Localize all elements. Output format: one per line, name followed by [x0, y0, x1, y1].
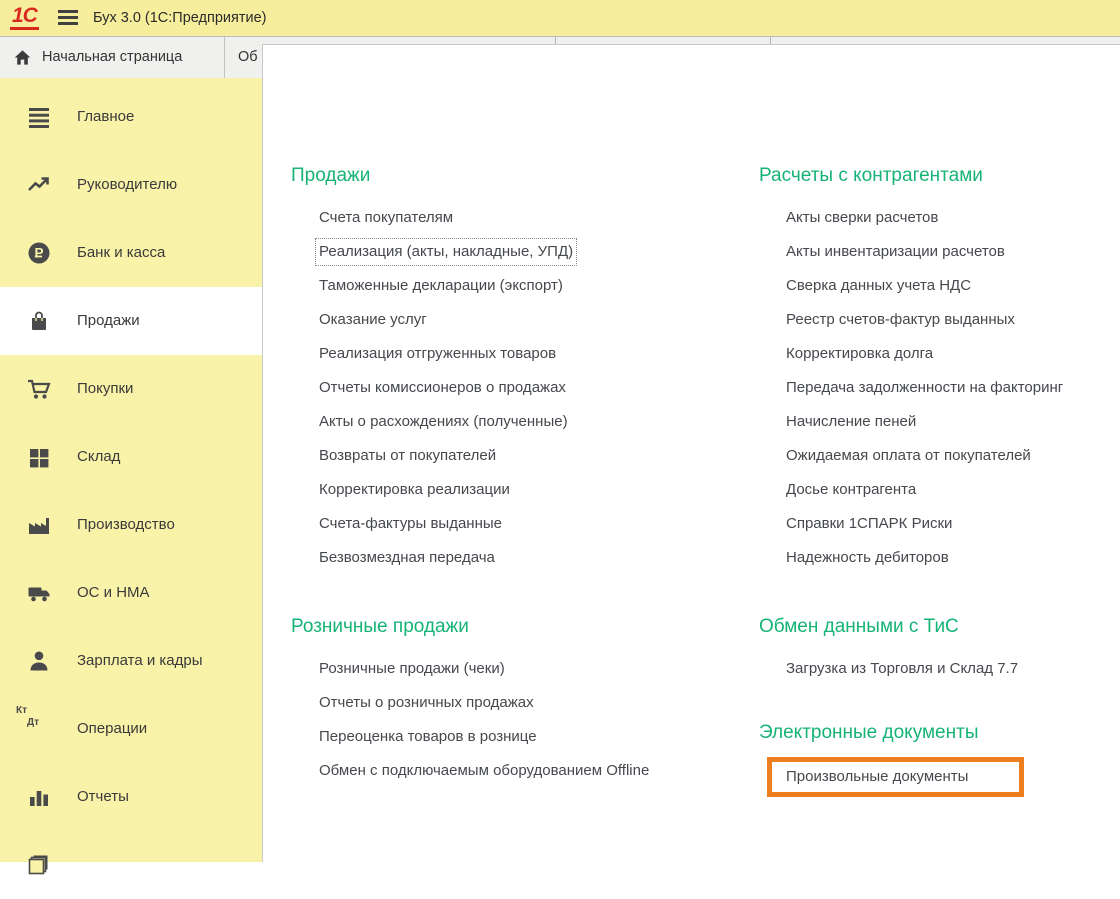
- sidebar-item-label: Операции: [77, 695, 147, 763]
- section-header: Продажи: [291, 164, 370, 188]
- sidebar-item-Руководителю[interactable]: Руководителю: [0, 151, 262, 219]
- sidebar-item-label: Покупки: [77, 355, 133, 423]
- person-icon: [27, 649, 51, 673]
- menu-link[interactable]: Произвольные документы: [786, 767, 968, 787]
- section-header: Розничные продажи: [291, 615, 469, 639]
- menu-link[interactable]: Сверка данных учета НДС: [786, 276, 971, 296]
- section-header: Расчеты с контрагентами: [759, 164, 983, 188]
- sidebar-item-label: Склад: [77, 423, 120, 491]
- menu-link[interactable]: Акты о расхождениях (полученные): [319, 412, 568, 432]
- menu-link[interactable]: Безвозмездная передача: [319, 548, 495, 568]
- sidebar: ГлавноеРуководителюРБанк и кассаПродажиП…: [0, 78, 262, 862]
- menu-link[interactable]: Отчеты комиссионеров о продажах: [319, 378, 566, 398]
- tab-home-page[interactable]: Начальная страница: [0, 37, 225, 78]
- sidebar-item-label: Отчеты: [77, 763, 129, 831]
- factory-icon: [27, 513, 51, 537]
- sidebar-item-Главное[interactable]: Главное: [0, 83, 262, 151]
- sidebar-item-label: Банк и касса: [77, 219, 165, 287]
- menu-link[interactable]: Реестр счетов-фактур выданных: [786, 310, 1015, 330]
- sidebar-item-label: Зарплата и кадры: [77, 627, 203, 695]
- section-header: Обмен данными с ТиС: [759, 615, 959, 639]
- menu-link[interactable]: Передача задолженности на факторинг: [786, 378, 1063, 398]
- menu-link[interactable]: Оказание услуг: [319, 310, 427, 330]
- menu-link[interactable]: Корректировка реализации: [319, 480, 510, 500]
- window-title: Бух 3.0 (1С:Предприятие): [93, 0, 267, 36]
- warehouse-icon: [27, 445, 51, 469]
- top-bar: 1С Бух 3.0 (1С:Предприятие): [0, 0, 1120, 36]
- sidebar-item-Банк и касса[interactable]: Р Банк и касса: [0, 219, 262, 287]
- catalogs-icon: [27, 853, 51, 877]
- menu-link[interactable]: Ожидаемая оплата от покупателей: [786, 446, 1031, 466]
- menu-link[interactable]: Загрузка из Торговля и Склад 7.7: [786, 659, 1018, 679]
- menu-link[interactable]: Отчеты о розничных продажах: [319, 693, 534, 713]
- sidebar-item-ОС и НМА[interactable]: ОС и НМА: [0, 559, 262, 627]
- sidebar-item-Зарплата и кадры[interactable]: Зарплата и кадры: [0, 627, 262, 695]
- trend-icon: [27, 173, 51, 197]
- menu-link[interactable]: Обмен с подключаемым оборудованием Offli…: [319, 761, 649, 781]
- sales-section-menu-panel: Продажи Счета покупателям Реализация (акты…: [262, 44, 1120, 862]
- dtkt-icon: ДтКт: [27, 717, 51, 741]
- ruble-icon: Р: [27, 241, 51, 265]
- tab-truncated-label: Об: [238, 37, 258, 78]
- sidebar-item-label: ОС и НМА: [77, 559, 150, 627]
- tab-home-label: Начальная страница: [42, 37, 182, 78]
- sidebar-item-Производство[interactable]: Производство: [0, 491, 262, 559]
- menu-link[interactable]: Реализация (акты, накладные, УПД): [319, 242, 573, 262]
- svg-text:Р: Р: [34, 246, 43, 261]
- menu-link[interactable]: Акты сверки расчетов: [786, 208, 938, 228]
- menu-link[interactable]: Акты инвентаризации расчетов: [786, 242, 1005, 262]
- menu-icon: [27, 105, 51, 129]
- menu-link[interactable]: Переоценка товаров в рознице: [319, 727, 537, 747]
- 1c-logo: 1С: [10, 5, 39, 30]
- menu-link[interactable]: Розничные продажи (чеки): [319, 659, 505, 679]
- sidebar-item-Склад[interactable]: Склад: [0, 423, 262, 491]
- menu-link[interactable]: Досье контрагента: [786, 480, 916, 500]
- menu-link[interactable]: Реализация отгруженных товаров: [319, 344, 556, 364]
- sidebar-item-Продажи[interactable]: Продажи: [0, 287, 262, 355]
- menu-link[interactable]: Надежность дебиторов: [786, 548, 949, 568]
- sidebar-item-label: Производство: [77, 491, 175, 559]
- truck-icon: [27, 581, 51, 605]
- sidebar-item-Покупки[interactable]: Покупки: [0, 355, 262, 423]
- menu-link[interactable]: Таможенные декларации (экспорт): [319, 276, 563, 296]
- menu-link[interactable]: Корректировка долга: [786, 344, 933, 364]
- menu-link[interactable]: Возвраты от покупателей: [319, 446, 496, 466]
- menu-link[interactable]: Справки 1СПАРК Риски: [786, 514, 952, 534]
- sidebar-item-label: Продажи: [77, 287, 140, 355]
- cart-icon: [27, 377, 51, 401]
- main-menu-hamburger-icon[interactable]: [58, 10, 78, 26]
- menu-link[interactable]: Счета покупателям: [319, 208, 453, 228]
- menu-link[interactable]: Счета-фактуры выданные: [319, 514, 502, 534]
- sidebar-item-Операции[interactable]: ДтКт Операции: [0, 695, 262, 763]
- bag-icon: [27, 309, 51, 333]
- home-icon: [14, 49, 31, 66]
- sidebar-item-Отчеты[interactable]: Отчеты: [0, 763, 262, 831]
- sidebar-item-partial[interactable]: [0, 831, 262, 899]
- section-header: Электронные документы: [759, 721, 978, 745]
- chart-icon: [27, 785, 51, 809]
- menu-link[interactable]: Начисление пеней: [786, 412, 916, 432]
- sidebar-item-label: Главное: [77, 83, 134, 151]
- highlight-annotation-box: Произвольные документы: [767, 757, 1024, 797]
- sidebar-item-label: Руководителю: [77, 151, 177, 219]
